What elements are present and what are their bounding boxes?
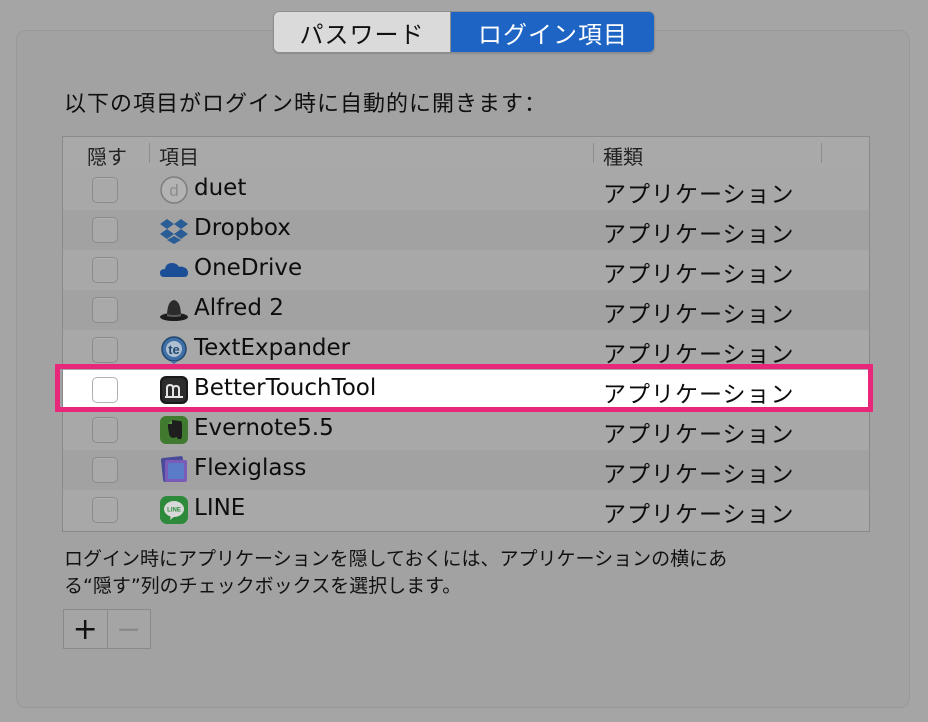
tab-password[interactable]: パスワード xyxy=(274,12,451,52)
table-row[interactable]: te TextExpander アプリケーション xyxy=(63,330,869,370)
column-divider xyxy=(149,143,150,163)
help-note-line: ログイン時にアプリケーションを隠しておくには、アプリケーションの横にあ xyxy=(64,548,728,570)
app-kind: アプリケーション xyxy=(603,182,795,208)
hide-checkbox[interactable] xyxy=(92,497,118,523)
app-name: LINE xyxy=(194,495,246,521)
hide-checkbox[interactable] xyxy=(92,337,118,363)
app-kind: アプリケーション xyxy=(603,222,795,248)
table-row[interactable]: Dropbox アプリケーション xyxy=(63,210,869,250)
column-header-item[interactable]: 項目 xyxy=(159,141,199,170)
app-name: BetterTouchTool xyxy=(194,375,377,401)
column-divider xyxy=(821,143,822,163)
column-divider xyxy=(593,143,594,163)
dropbox-icon xyxy=(160,219,188,244)
app-kind: アプリケーション xyxy=(603,422,795,448)
app-kind: アプリケーション xyxy=(603,502,795,528)
tab-switcher: パスワード ログイン項目 xyxy=(273,11,655,53)
page-title: 以下の項目がログイン時に自動的に開きます： xyxy=(64,92,548,117)
line-icon: LINE xyxy=(160,496,188,524)
remove-item-button[interactable]: − xyxy=(108,610,151,648)
onedrive-icon xyxy=(160,263,188,277)
login-items-preferences: パスワード ログイン項目 以下の項目がログイン時に自動的に開きます： 隠す 項目… xyxy=(0,0,928,722)
table-row[interactable]: LINE LINE アプリケーション xyxy=(63,490,869,530)
app-kind: アプリケーション xyxy=(603,302,795,328)
flexiglass-icon xyxy=(161,456,187,482)
add-item-button[interactable]: + xyxy=(64,610,108,648)
app-name: Flexiglass xyxy=(194,455,307,481)
hide-checkbox[interactable] xyxy=(92,177,118,203)
hide-checkbox[interactable] xyxy=(92,377,118,403)
app-name: Alfred 2 xyxy=(194,295,284,321)
app-name: duet xyxy=(194,175,247,201)
app-name: Dropbox xyxy=(194,215,291,241)
hide-checkbox[interactable] xyxy=(92,217,118,243)
column-header-hide[interactable]: 隠す xyxy=(87,141,127,170)
bettertouchtool-icon xyxy=(160,376,188,404)
app-kind: アプリケーション xyxy=(603,382,795,408)
svg-text:LINE: LINE xyxy=(167,508,181,514)
alfred-icon xyxy=(160,300,188,321)
app-kind: アプリケーション xyxy=(603,462,795,488)
table-header: 隠す 項目 種類 xyxy=(63,137,869,171)
table-row[interactable]: Evernote5.5 アプリケーション xyxy=(63,410,869,450)
hide-checkbox[interactable] xyxy=(92,417,118,443)
help-note-line: る“隠す”列のチェックボックスを選択します。 xyxy=(64,575,462,597)
table-row[interactable]: Flexiglass アプリケーション xyxy=(63,450,869,490)
table-row[interactable]: d duet アプリケーション xyxy=(63,170,869,210)
hide-checkbox[interactable] xyxy=(92,297,118,323)
tab-login-items[interactable]: ログイン項目 xyxy=(451,12,654,52)
evernote-icon xyxy=(160,416,188,444)
table-row[interactable]: Alfred 2 アプリケーション xyxy=(63,290,869,330)
app-name: TextExpander xyxy=(194,335,351,361)
column-header-kind[interactable]: 種類 xyxy=(603,141,643,170)
app-name: OneDrive xyxy=(194,255,303,281)
help-note: ログイン時にアプリケーションを隠しておくには、アプリケーションの横にあ る“隠す… xyxy=(64,546,864,600)
hide-checkbox[interactable] xyxy=(92,457,118,483)
duet-icon: d xyxy=(160,176,188,204)
app-kind: アプリケーション xyxy=(603,262,795,288)
add-remove-buttons: + − xyxy=(63,609,151,649)
app-kind: アプリケーション xyxy=(603,342,795,368)
table-row[interactable]: BetterTouchTool アプリケーション xyxy=(63,370,869,410)
login-items-table: 隠す 項目 種類 d duet アプリケーション Dropbox アプリケーショ… xyxy=(62,136,870,532)
textexpander-icon: te xyxy=(161,336,187,364)
svg-text:d: d xyxy=(169,181,178,200)
svg-text:te: te xyxy=(168,342,180,357)
hide-checkbox[interactable] xyxy=(92,257,118,283)
table-body: d duet アプリケーション Dropbox アプリケーション OneDriv… xyxy=(63,170,869,530)
app-name: Evernote5.5 xyxy=(194,415,334,441)
table-row[interactable]: OneDrive アプリケーション xyxy=(63,250,869,290)
